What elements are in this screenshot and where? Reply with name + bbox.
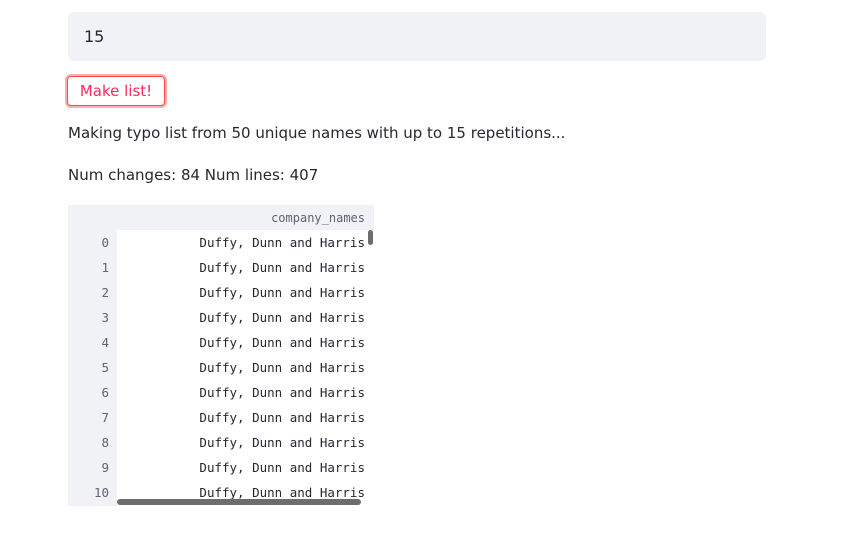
row-index: 8 (101, 435, 109, 450)
row-index: 10 (93, 485, 109, 500)
company-name-cell[interactable]: Duffy, Dunn and Harris (199, 435, 365, 450)
company-names-dataframe[interactable]: company_names 0 Duffy, Dunn and Harris 1 Du… (68, 205, 374, 506)
company-name-cell[interactable]: Duffy, Dunn and Harris (199, 285, 365, 300)
repetitions-number-input[interactable]: 15 (68, 12, 766, 61)
app-page: 15 Make list! Making typo list from 50 u… (0, 0, 841, 546)
table-row[interactable]: 2 Duffy, Dunn and Harris (68, 280, 374, 305)
row-index: 0 (101, 235, 109, 250)
vertical-scrollbar[interactable] (368, 230, 373, 245)
company-name-cell[interactable]: Duffy, Dunn and Harris (199, 385, 365, 400)
horizontal-scrollbar[interactable] (117, 499, 361, 505)
company-name-cell[interactable]: Duffy, Dunn and Harris (199, 335, 365, 350)
company-name-cell[interactable]: Duffy, Dunn and Harris (199, 360, 365, 375)
row-index: 4 (101, 335, 109, 350)
table-row[interactable]: 4 Duffy, Dunn and Harris (68, 330, 374, 355)
table-row[interactable]: 3 Duffy, Dunn and Harris (68, 305, 374, 330)
company-name-cell[interactable]: Duffy, Dunn and Harris (199, 460, 365, 475)
row-index: 5 (101, 360, 109, 375)
table-row[interactable]: 1 Duffy, Dunn and Harris (68, 255, 374, 280)
company-name-cell[interactable]: Duffy, Dunn and Harris (199, 235, 365, 250)
table-row[interactable]: 0 Duffy, Dunn and Harris (68, 230, 374, 255)
company-name-cell[interactable]: Duffy, Dunn and Harris (199, 310, 365, 325)
company-name-cell[interactable]: Duffy, Dunn and Harris (199, 485, 365, 500)
table-row[interactable]: 9 Duffy, Dunn and Harris (68, 455, 374, 480)
table-row[interactable]: 5 Duffy, Dunn and Harris (68, 355, 374, 380)
row-index: 3 (101, 310, 109, 325)
row-index: 2 (101, 285, 109, 300)
row-index: 1 (101, 260, 109, 275)
column-header-company-names[interactable]: company_names (271, 211, 365, 225)
row-index: 9 (101, 460, 109, 475)
status-message: Making typo list from 50 unique names wi… (68, 124, 566, 142)
repetitions-input-value: 15 (84, 27, 105, 46)
row-index: 7 (101, 410, 109, 425)
table-row[interactable]: 8 Duffy, Dunn and Harris (68, 430, 374, 455)
company-name-cell[interactable]: Duffy, Dunn and Harris (199, 410, 365, 425)
table-row[interactable]: 7 Duffy, Dunn and Harris (68, 405, 374, 430)
dataframe-header: company_names (68, 205, 374, 230)
row-index: 6 (101, 385, 109, 400)
company-name-cell[interactable]: Duffy, Dunn and Harris (199, 260, 365, 275)
table-row[interactable]: 6 Duffy, Dunn and Harris (68, 380, 374, 405)
stats-message: Num changes: 84 Num lines: 407 (68, 166, 319, 184)
make-list-button[interactable]: Make list! (67, 76, 165, 106)
dataframe-rows: 0 Duffy, Dunn and Harris 1 Duffy, Dunn and … (68, 230, 374, 505)
